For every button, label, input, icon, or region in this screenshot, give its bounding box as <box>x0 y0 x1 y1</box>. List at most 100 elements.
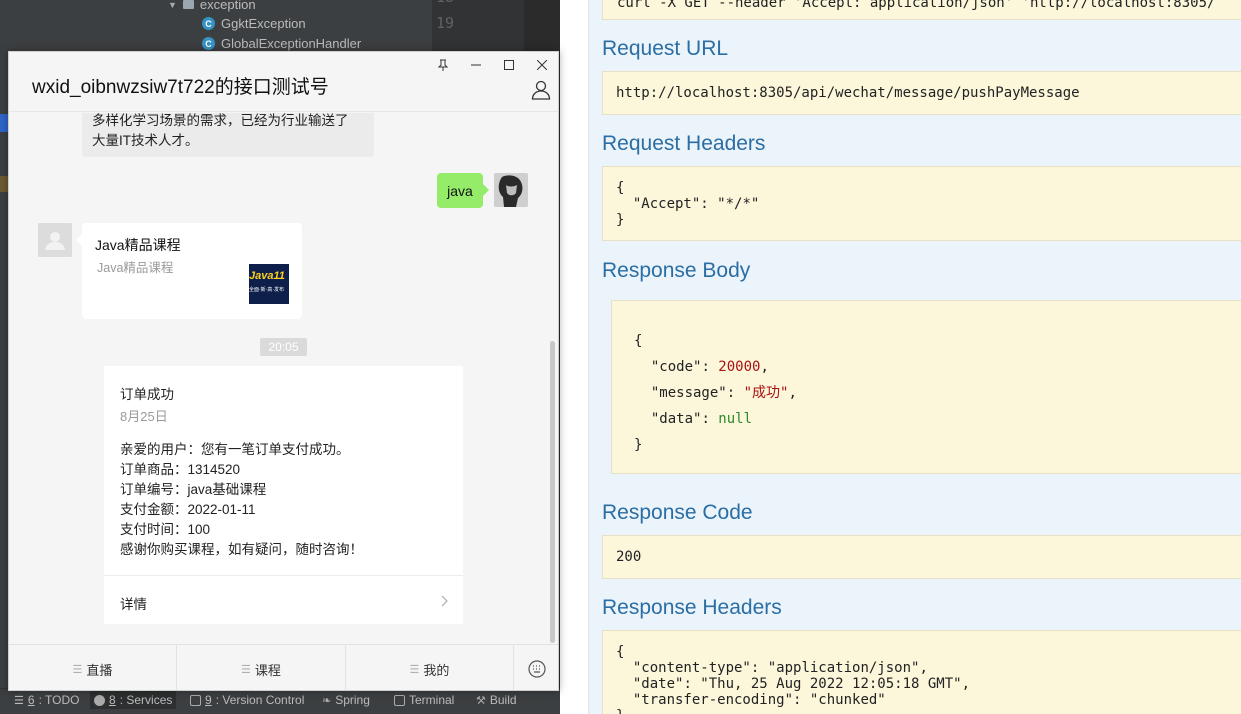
menu-label: 直播 <box>86 662 113 678</box>
template-message-card[interactable]: 订单成功 8月25日 亲爱的用户：您有一笔订单支付成功。 订单商品：131452… <box>104 366 463 624</box>
scrollbar-thumb[interactable] <box>550 341 555 643</box>
chevron-right-icon <box>441 595 448 607</box>
contact-avatar[interactable] <box>38 223 72 257</box>
json-row: "transfer-encoding": "chunked" <box>632 692 886 708</box>
selection-marker <box>0 114 8 132</box>
outgoing-text-bubble[interactable]: java <box>437 173 489 208</box>
menu-lines-icon: ☰ <box>241 663 251 676</box>
json-key: "transfer-encoding" <box>632 692 794 708</box>
tree-item-globalexceptionhandler[interactable]: C GlobalExceptionHandler <box>202 36 361 51</box>
request-url-heading: Request URL <box>602 37 729 60</box>
hammer-icon: ⚒ <box>476 694 486 707</box>
template-line: 订单编号：java基础课程 <box>120 482 267 497</box>
message-list[interactable]: 多样化学习场景的需求，已经为行业输送了 大量IT技术人才。 java Java精… <box>9 113 558 643</box>
template-line: 感谢你购买课程，如有疑问，随时咨询！ <box>120 542 363 557</box>
tab-num: 8 <box>109 693 116 707</box>
request-url-block[interactable]: http://localhost:8305/api/wechat/message… <box>602 71 1241 115</box>
template-detail-link[interactable]: 详情 <box>104 576 463 624</box>
request-headers-block[interactable]: { "Accept": "*/*"} <box>602 166 1241 241</box>
close-button[interactable] <box>531 56 553 74</box>
json-brace: { <box>616 644 625 660</box>
link-card[interactable]: Java精品课程 Java精品课程 Java11 全面·新·高·发布 <box>76 223 302 319</box>
tab-num: 9 <box>205 693 212 707</box>
tree-folder-exception[interactable]: ▼ exception <box>168 0 256 12</box>
tab-label: Spring <box>335 693 370 707</box>
class-icon: C <box>202 17 215 30</box>
public-account-menu: ☰ 直播 ☰ 课程 ☰ 我的 <box>9 644 558 690</box>
minimize-button[interactable] <box>465 56 487 74</box>
message-text: java <box>447 182 473 199</box>
tool-window-bar: ☰ 6: TODO 8: Services 9: Version Control… <box>0 688 560 714</box>
json-row: "date": "Thu, 25 Aug 2022 12:05:18 GMT", <box>632 676 971 692</box>
json-key: "Accept" <box>632 196 701 212</box>
response-headers-block[interactable]: { "content-type": "application/json", "d… <box>602 630 1241 714</box>
tab-label: : TODO <box>38 693 80 707</box>
curl-block[interactable]: curl -X GET --header 'Accept: applicatio… <box>602 0 1241 20</box>
my-avatar[interactable] <box>494 173 528 207</box>
menu-item-courses[interactable]: ☰ 课程 <box>177 645 346 690</box>
json-value: "chunked" <box>809 692 886 708</box>
template-line: 订单商品：1314520 <box>120 462 241 477</box>
response-code-block[interactable]: 200 <box>602 535 1241 579</box>
line-number: 18 <box>436 0 454 6</box>
pin-button[interactable] <box>432 56 454 74</box>
terminal-icon <box>394 694 405 706</box>
json-row: "Accept": "*/*" <box>632 196 760 212</box>
json-brace: } <box>616 212 625 228</box>
tab-label: : Version Control <box>215 693 305 707</box>
person-icon <box>531 80 551 100</box>
tab-version-control[interactable]: 9: Version Control <box>186 691 308 709</box>
json-brace: } <box>616 708 1241 714</box>
json-value: 20000 <box>718 359 761 375</box>
menu-item-mine[interactable]: ☰ 我的 <box>346 645 514 690</box>
profile-button[interactable] <box>531 80 553 102</box>
avatar-photo-icon <box>494 173 528 207</box>
vcs-icon <box>190 694 201 706</box>
template-date: 8月25日 <box>120 409 168 424</box>
detail-label: 详情 <box>120 597 147 612</box>
minimize-icon <box>471 64 481 66</box>
class-icon: C <box>202 37 215 50</box>
menu-label: 我的 <box>423 662 450 678</box>
response-headers-heading: Response Headers <box>602 596 782 619</box>
default-user-icon <box>38 223 72 257</box>
request-url-text: http://localhost:8305/api/wechat/message… <box>616 85 1080 101</box>
pin-icon <box>438 59 448 71</box>
tree-item-ggktexception[interactable]: C GgktException <box>202 16 306 31</box>
template-title: 订单成功 <box>120 387 174 402</box>
tab-services[interactable]: 8: Services <box>90 691 177 709</box>
menu-item-live[interactable]: ☰ 直播 <box>9 645 177 690</box>
response-code-text: 200 <box>616 549 642 565</box>
tab-spring[interactable]: ❧ Spring <box>318 691 374 709</box>
maximize-button[interactable] <box>498 56 520 74</box>
folder-icon <box>182 0 194 9</box>
highlight-marker <box>0 176 8 192</box>
template-line: 亲爱的用户：您有一笔订单支付成功。 <box>120 442 350 457</box>
tree-item-label: GlobalExceptionHandler <box>221 36 362 51</box>
request-headers-heading: Request Headers <box>602 132 766 155</box>
json-key: "code" <box>650 359 702 375</box>
tab-build[interactable]: ⚒ Build <box>472 691 521 709</box>
tab-todo[interactable]: ☰ 6: TODO <box>10 691 83 709</box>
template-line: 支付金额：2022-01-11 <box>120 502 256 517</box>
json-value: null <box>718 411 753 427</box>
json-value: "成功" <box>743 385 789 401</box>
menu-lines-icon: ☰ <box>409 663 420 676</box>
response-body-block[interactable]: { "code": 20000, "message": "成功", "data"… <box>611 300 1241 474</box>
services-icon <box>94 694 105 706</box>
timestamp-chip: 20:05 <box>260 338 307 356</box>
close-icon <box>537 60 547 70</box>
json-key: "message" <box>650 385 727 401</box>
response-code-heading: Response Code <box>602 501 753 524</box>
json-value: "application/json" <box>767 660 920 676</box>
line-number: 19 <box>436 14 455 32</box>
tab-terminal[interactable]: Terminal <box>390 691 458 709</box>
json-brace: } <box>634 437 643 453</box>
wechat-chat-window: wxid_oibnwzsiw7t722的接口测试号 多样化学习场景的需求，已经为… <box>8 51 559 691</box>
list-icon: ☰ <box>14 694 24 707</box>
keyboard-toggle-button[interactable] <box>514 645 558 690</box>
message-line: 大量IT技术人才。 <box>92 133 199 148</box>
thumbnail-subtitle: 全面·新·高·发布 <box>249 287 284 293</box>
incoming-text-bubble[interactable]: 多样化学习场景的需求，已经为行业输送了 大量IT技术人才。 <box>82 113 374 157</box>
menu-lines-icon: ☰ <box>72 663 83 676</box>
